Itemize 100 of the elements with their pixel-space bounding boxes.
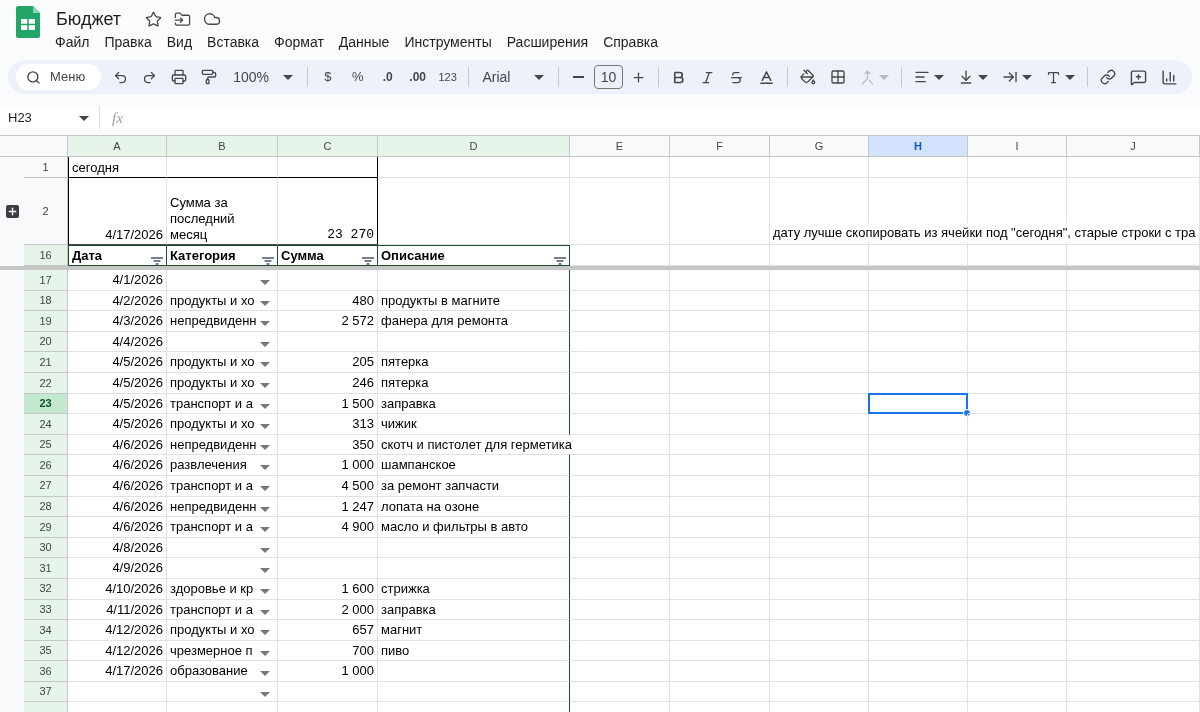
table-cell[interactable]: продукты и хо [167,414,278,435]
star-icon[interactable] [145,10,163,28]
selected-cell-outline[interactable] [868,392,968,415]
table-cell[interactable]: 4/12/2026 [68,640,167,662]
row-header[interactable]: 30 [24,537,68,559]
table-cell[interactable] [378,661,570,682]
table-header-cell[interactable]: Дата [68,245,167,266]
table-cell[interactable]: 4/5/2026 [68,393,167,415]
filter-icon[interactable] [554,257,566,265]
table-cell[interactable]: 4/11/2026 [68,599,167,621]
menu-search-button[interactable]: Меню [16,64,102,90]
table-cell[interactable]: непредвиденн [167,496,278,518]
row-header[interactable]: 32 [24,578,68,600]
row-header[interactable]: 21 [24,352,68,373]
row-header[interactable]: 28 [24,496,68,518]
table-cell[interactable]: 205 [278,352,378,373]
column-header[interactable]: B [167,136,278,157]
column-header[interactable]: A [68,136,167,157]
menu-item[interactable]: Правка [104,31,152,53]
menu-item[interactable]: Формат [274,31,324,53]
table-cell[interactable]: 1 000 [278,661,378,682]
cloud-icon[interactable] [203,10,222,28]
table-cell[interactable]: Сумма за последний месяц [167,178,278,245]
row-header[interactable]: 29 [24,517,68,538]
table-cell[interactable]: 4/10/2026 [68,578,167,600]
table-cell[interactable]: 1 500 [278,393,378,415]
table-cell[interactable]: 4/6/2026 [68,475,167,497]
font-size-field[interactable]: 10 [593,65,624,89]
table-cell[interactable]: 4/12/2026 [68,620,167,641]
table-cell[interactable]: 4/6/2026 [68,434,167,456]
table-cell[interactable]: 700 [278,640,378,662]
menu-item[interactable]: Вид [166,31,193,53]
column-header[interactable]: G [770,136,869,157]
row-header[interactable]: 27 [24,475,68,497]
row-header[interactable]: 18 [24,290,68,312]
table-cell[interactable]: транспорт и а [167,517,278,538]
table-cell[interactable]: 1 000 [278,455,378,476]
table-cell[interactable]: чрезмерное п [167,640,278,662]
table-cell[interactable] [378,558,570,579]
font-dropdown[interactable]: Arial [474,63,552,91]
increase-decimals-button[interactable]: .00 [403,63,432,91]
select-all-corner[interactable] [0,136,68,157]
percent-button[interactable]: % [343,63,372,91]
row-header[interactable]: 37 [24,681,68,703]
table-cell[interactable]: масло и фильтры в авто [378,517,570,538]
table-cell[interactable]: продукты и хо [167,620,278,641]
table-cell[interactable]: транспорт и а [167,599,278,621]
table-cell[interactable]: образование [167,661,278,682]
table-cell[interactable]: транспорт и а [167,475,278,497]
table-cell[interactable]: продукты и хо [167,372,278,394]
currency-button[interactable]: $ [313,63,342,91]
column-header[interactable]: I [968,136,1067,157]
table-cell[interactable]: сегодня [68,157,167,178]
row-header[interactable]: 36 [24,661,68,682]
row-header[interactable]: 16 [24,245,68,266]
menu-item[interactable]: Инструменты [404,31,492,53]
table-cell[interactable] [378,537,570,559]
table-header-cell[interactable]: Сумма [278,245,378,266]
menu-item[interactable]: Файл [55,31,90,53]
row-header[interactable]: 26 [24,455,68,476]
table-cell[interactable]: продукты и хо [167,352,278,373]
sheets-logo-icon[interactable] [16,6,40,38]
table-cell[interactable]: 1 600 [278,578,378,600]
table-cell[interactable] [278,157,378,178]
table-cell[interactable]: 4/1/2026 [68,270,167,291]
table-cell[interactable]: 2 572 [278,311,378,332]
row-header[interactable]: 1 [24,157,68,178]
table-cell[interactable]: 350 [278,434,378,456]
table-cell[interactable]: 4/6/2026 [68,455,167,476]
table-cell[interactable]: 4/4/2026 [68,331,167,353]
table-cell[interactable]: развлечения [167,455,278,476]
document-title[interactable]: Бюджет [56,5,122,33]
filter-icon[interactable] [262,257,274,265]
table-cell[interactable]: 313 [278,414,378,435]
table-cell[interactable]: 4/5/2026 [68,352,167,373]
table-cell[interactable]: непредвиденн [167,311,278,332]
table-cell[interactable]: стрижка [378,578,570,600]
table-cell[interactable]: 23 270 [278,178,378,245]
column-header[interactable]: D [378,136,570,157]
column-header[interactable]: F [670,136,770,157]
table-cell[interactable]: пиво [378,640,570,662]
table-cell[interactable]: 4/5/2026 [68,372,167,394]
row-header[interactable]: 20 [24,331,68,353]
table-cell[interactable] [378,681,570,703]
row-header[interactable]: 2 [24,178,68,245]
table-cell[interactable]: 4/5/2026 [68,414,167,435]
table-cell[interactable]: пятерка [378,372,570,394]
table-cell[interactable]: пятерка [378,352,570,373]
table-cell[interactable]: 2 000 [278,599,378,621]
row-header[interactable]: 34 [24,620,68,641]
table-cell[interactable]: 4/3/2026 [68,311,167,332]
table-cell[interactable]: магнит [378,620,570,641]
table-cell[interactable]: транспорт и а [167,393,278,415]
table-cell[interactable]: чижик [378,414,570,435]
table-cell[interactable]: 4/17/2026 [68,661,167,682]
zoom-dropdown[interactable]: 100% [225,63,301,91]
table-cell[interactable]: заправка [378,599,570,621]
table-header-cell[interactable]: Описание [378,245,570,266]
table-cell[interactable]: 1 247 [278,496,378,518]
row-header[interactable]: 35 [24,640,68,662]
